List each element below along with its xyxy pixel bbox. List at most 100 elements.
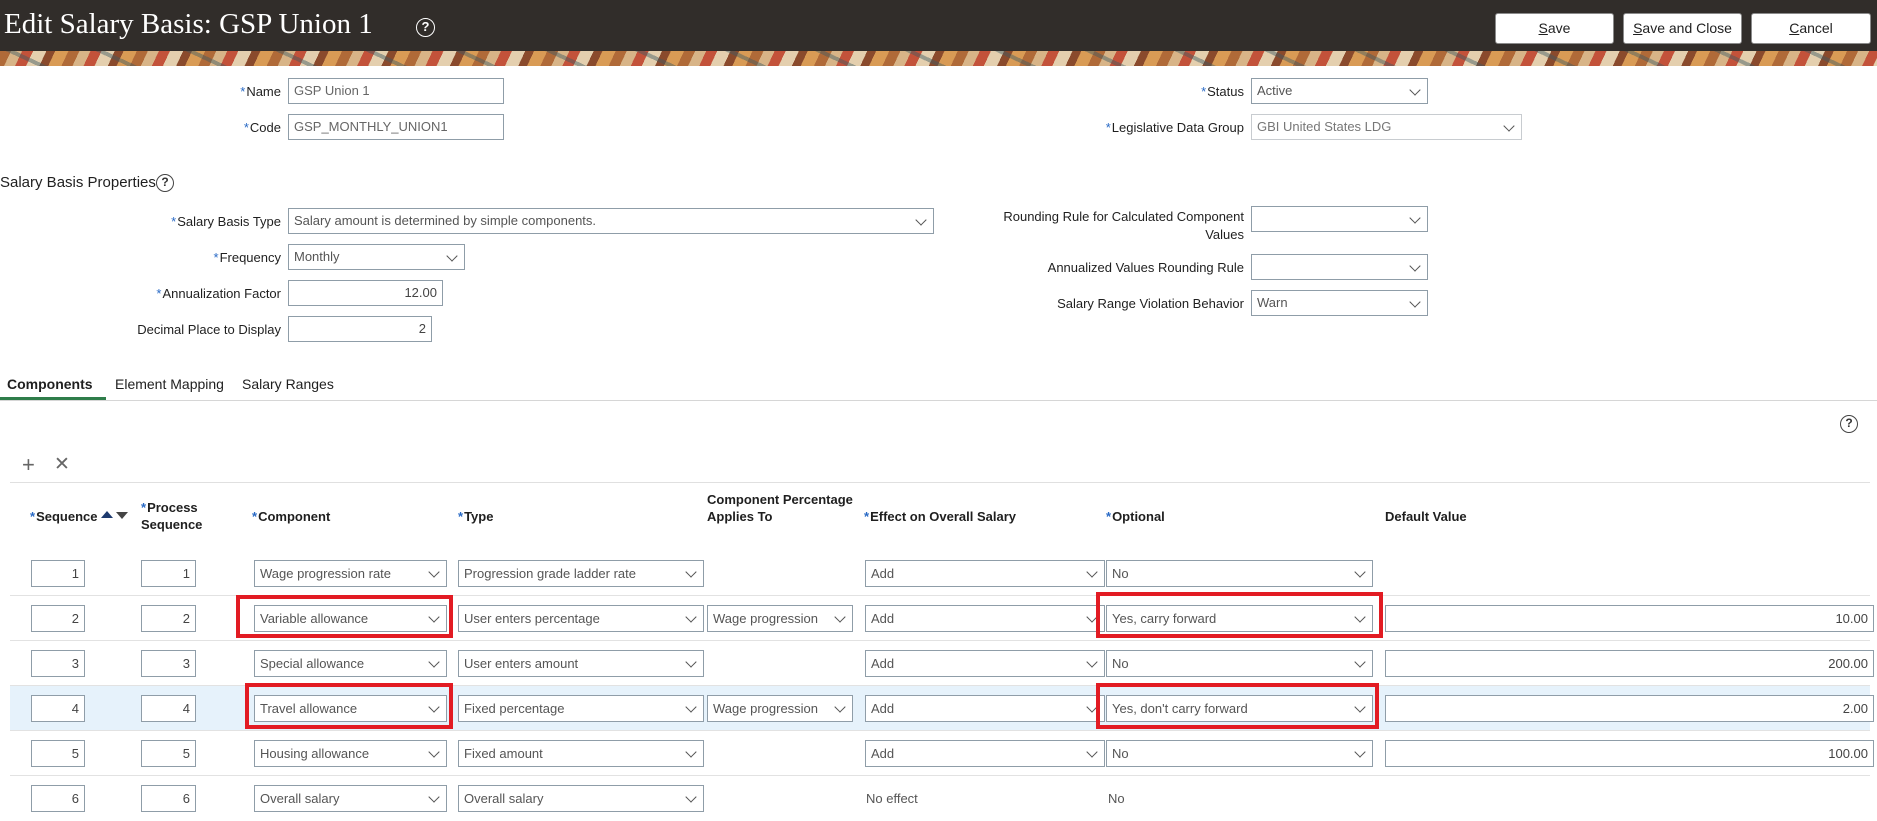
effect-select[interactable]: Add xyxy=(865,650,1105,677)
type-select[interactable]: Fixed percentage xyxy=(458,695,704,722)
required-marker: * xyxy=(30,509,36,524)
component-select[interactable]: Overall salary xyxy=(254,785,447,812)
column-header-component-text: Component xyxy=(258,509,331,524)
required-marker: * xyxy=(171,214,177,229)
table-row[interactable]: 2 2 Variable allowance User enters perce… xyxy=(10,596,1874,641)
effect-select[interactable]: Add xyxy=(865,695,1105,722)
component-select[interactable]: Travel allowance xyxy=(254,695,447,722)
sequence-field[interactable]: 5 xyxy=(31,740,85,767)
default-value-field[interactable]: 200.00 xyxy=(1385,650,1874,677)
annualized-rounding-select[interactable] xyxy=(1251,254,1428,280)
table-row[interactable]: 1 1 Wage progression rate Progression gr… xyxy=(10,551,1870,596)
annualization-factor-label: *Annualization Factor xyxy=(156,286,281,301)
optional-value: Yes, don't carry forward xyxy=(1112,701,1248,716)
effect-select[interactable]: Add xyxy=(865,740,1105,767)
chevron-down-icon xyxy=(679,606,703,630)
process-sequence-field[interactable]: 5 xyxy=(141,740,196,767)
sort-ascending-icon[interactable] xyxy=(101,511,113,518)
process-sequence-field[interactable]: 2 xyxy=(141,605,196,632)
chevron-down-icon xyxy=(1080,651,1104,675)
table-row-selected[interactable]: 4 4 Travel allowance Fixed percentage Wa… xyxy=(10,686,1874,731)
frequency-label-text: Frequency xyxy=(219,250,281,265)
optional-select[interactable]: No xyxy=(1106,560,1373,587)
chevron-down-icon xyxy=(679,651,703,675)
effect-select[interactable]: Add xyxy=(865,605,1105,632)
process-sequence-field[interactable]: 4 xyxy=(141,695,196,722)
status-select[interactable]: Active xyxy=(1251,78,1428,104)
chevron-down-icon xyxy=(828,606,852,630)
type-select[interactable]: Overall salary xyxy=(458,785,704,812)
default-value-field[interactable]: 100.00 xyxy=(1385,740,1874,767)
name-field[interactable]: GSP Union 1 xyxy=(288,78,504,104)
type-select[interactable]: User enters amount xyxy=(458,650,704,677)
code-label-text: Code xyxy=(249,120,281,135)
component-select[interactable]: Special allowance xyxy=(254,650,447,677)
chevron-down-icon xyxy=(679,741,703,765)
sequence-field[interactable]: 4 xyxy=(31,695,85,722)
delete-row-icon[interactable]: ✕ xyxy=(54,455,70,475)
code-field[interactable]: GSP_MONTHLY_UNION1 xyxy=(288,114,504,140)
frequency-select[interactable]: Monthly xyxy=(288,244,465,270)
status-select-value: Active xyxy=(1257,83,1293,98)
header-decoration-overlay xyxy=(0,51,1877,66)
process-sequence-field[interactable]: 1 xyxy=(141,560,196,587)
optional-value: No xyxy=(1112,746,1129,761)
component-select[interactable]: Wage progression rate xyxy=(254,560,447,587)
salary-basis-type-select[interactable]: Salary amount is determined by simple co… xyxy=(288,208,934,234)
tab-salary-ranges[interactable]: Salary Ranges xyxy=(242,376,334,392)
component-value: Overall salary xyxy=(260,791,340,806)
percentage-applies-select[interactable]: Wage progression xyxy=(707,605,853,632)
optional-select[interactable]: No xyxy=(1106,740,1373,767)
type-select[interactable]: User enters percentage xyxy=(458,605,704,632)
cancel-button[interactable]: Cancel xyxy=(1751,13,1871,44)
optional-select[interactable]: No xyxy=(1106,650,1373,677)
help-icon[interactable]: ? xyxy=(416,18,435,37)
sequence-field[interactable]: 2 xyxy=(31,605,85,632)
decimal-place-label: Decimal Place to Display xyxy=(137,322,281,337)
required-marker: * xyxy=(240,84,246,99)
type-select[interactable]: Progression grade ladder rate xyxy=(458,560,704,587)
process-sequence-field[interactable]: 3 xyxy=(141,650,196,677)
chevron-down-icon xyxy=(679,696,703,720)
percentage-applies-select[interactable]: Wage progression xyxy=(707,695,853,722)
effect-value: Add xyxy=(871,656,895,671)
help-icon[interactable]: ? xyxy=(1840,415,1858,433)
optional-select[interactable]: Yes, carry forward xyxy=(1106,605,1373,632)
table-row[interactable]: 3 3 Special allowance User enters amount… xyxy=(10,641,1874,686)
save-button[interactable]: Save xyxy=(1495,13,1614,44)
legislative-data-group-select[interactable]: GBI United States LDG xyxy=(1251,114,1522,140)
type-value: Overall salary xyxy=(464,791,544,806)
rounding-rule-label: Rounding Rule for Calculated Component V… xyxy=(1003,209,1244,242)
save-and-close-button[interactable]: Save and Close xyxy=(1623,13,1742,44)
sort-descending-icon[interactable] xyxy=(116,512,128,519)
page-header: Edit Salary Basis: GSP Union 1 ? Save Sa… xyxy=(0,0,1877,66)
chevron-down-icon xyxy=(1403,291,1427,315)
process-sequence-field[interactable]: 6 xyxy=(141,785,196,812)
column-header-sequence[interactable]: *Sequence xyxy=(30,508,97,525)
decimal-place-field[interactable]: 2 xyxy=(288,316,432,342)
range-violation-select[interactable]: Warn xyxy=(1251,290,1428,316)
chevron-down-icon xyxy=(1348,651,1372,675)
default-value-field[interactable]: 10.00 xyxy=(1385,605,1874,632)
type-select[interactable]: Fixed amount xyxy=(458,740,704,767)
rounding-rule-select[interactable] xyxy=(1251,206,1428,232)
sequence-field[interactable]: 3 xyxy=(31,650,85,677)
help-icon[interactable]: ? xyxy=(156,174,174,192)
chevron-down-icon xyxy=(1497,115,1521,139)
effect-select[interactable]: Add xyxy=(865,560,1105,587)
table-row[interactable]: 5 5 Housing allowance Fixed amount Add N… xyxy=(10,731,1874,776)
component-select[interactable]: Variable allowance xyxy=(254,605,447,632)
sequence-field[interactable]: 6 xyxy=(31,785,85,812)
default-value-field[interactable]: 2.00 xyxy=(1385,695,1874,722)
tab-components[interactable]: Components xyxy=(7,376,93,392)
optional-select[interactable]: Yes, don't carry forward xyxy=(1106,695,1373,722)
sequence-field[interactable]: 1 xyxy=(31,560,85,587)
optional-value: Yes, carry forward xyxy=(1112,611,1217,626)
table-row[interactable]: 6 6 Overall salary Overall salary No eff… xyxy=(10,776,1870,821)
tab-element-mapping[interactable]: Element Mapping xyxy=(115,376,224,392)
component-select[interactable]: Housing allowance xyxy=(254,740,447,767)
annualization-factor-field[interactable]: 12.00 xyxy=(288,280,443,306)
type-value: User enters amount xyxy=(464,656,579,671)
save-button-label: ave xyxy=(1547,20,1571,36)
add-row-icon[interactable]: + xyxy=(22,454,35,476)
